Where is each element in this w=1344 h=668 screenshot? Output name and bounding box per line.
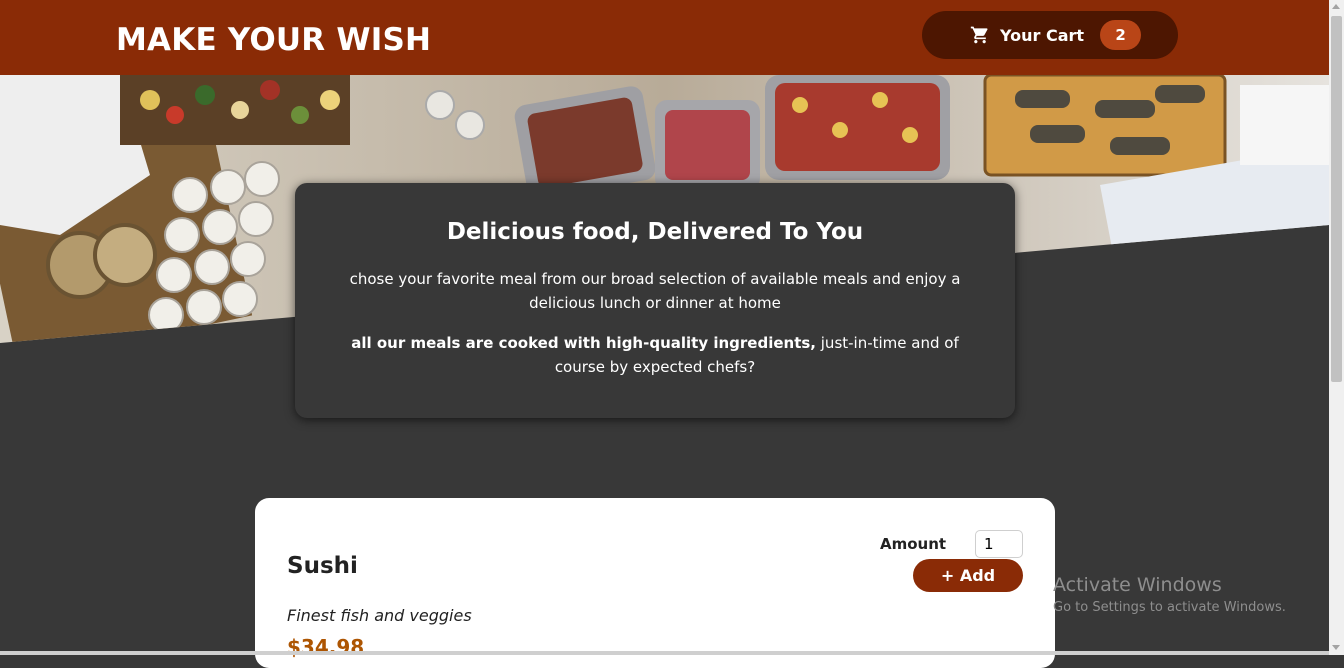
cart-button[interactable]: Your Cart 2 [922, 11, 1178, 59]
scrollbar-thumb[interactable] [1331, 16, 1342, 382]
add-to-cart-button[interactable]: + Add [913, 559, 1023, 592]
vertical-scrollbar[interactable] [1329, 0, 1344, 655]
meal-description: Finest fish and veggies [287, 606, 472, 625]
meal-price: $34.98 [287, 635, 365, 659]
summary-highlight: all our meals are cooked with high-quali… [351, 334, 816, 352]
site-title: MAKE YOUR WISH [116, 22, 432, 58]
summary-title: Delicious food, Delivered To You [446, 219, 864, 245]
summary-paragraph-2: all our meals are cooked with high-quali… [325, 331, 985, 379]
activate-windows-subtitle: Go to Settings to activate Windows. [1053, 600, 1286, 615]
scroll-up-arrow-icon[interactable] [1332, 4, 1340, 9]
cart-label: Your Cart [1000, 25, 1085, 45]
meal-name: Sushi [287, 553, 358, 579]
site-header: MAKE YOUR WISH Your Cart 2 [0, 0, 1329, 75]
horizontal-scrollbar [0, 651, 1329, 655]
summary-paragraph-1: chose your favorite meal from our broad … [349, 270, 961, 312]
meals-card: Sushi Finest fish and veggies $34.98 Amo… [255, 498, 1055, 668]
activate-windows-title: Activate Windows [1053, 574, 1222, 596]
shopping-cart-icon [970, 25, 990, 45]
summary-card: Delicious food, Delivered To You chose y… [295, 183, 1015, 418]
amount-label: Amount [880, 535, 947, 553]
amount-input[interactable] [975, 530, 1023, 558]
cart-count-badge: 2 [1100, 20, 1142, 50]
scroll-down-arrow-icon[interactable] [1332, 645, 1340, 650]
